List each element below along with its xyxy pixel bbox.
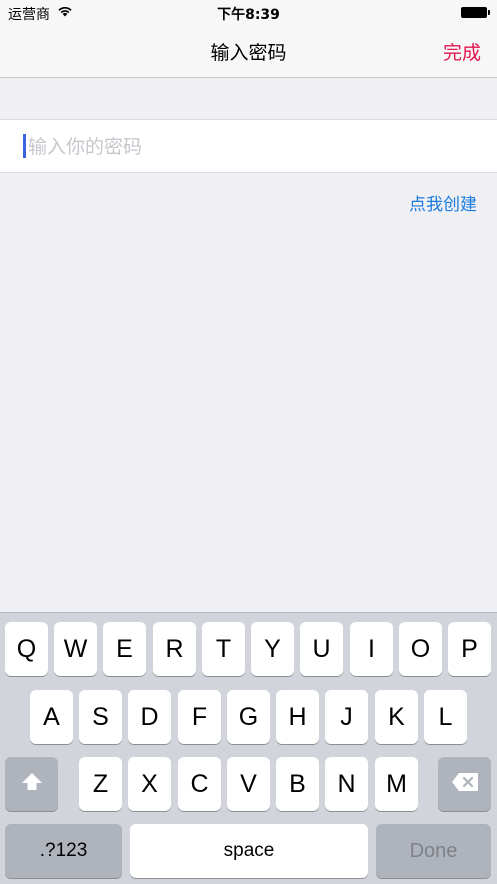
status-bar: 运营商 下午8:39 (0, 0, 497, 26)
key-t[interactable]: T (202, 622, 245, 676)
key-z[interactable]: Z (79, 757, 122, 811)
keyboard-done-key[interactable]: Done (376, 824, 491, 878)
password-field-row (0, 119, 497, 173)
key-q[interactable]: Q (5, 622, 48, 676)
keyboard: Q W E R T Y U I O P A S D F G H J K L Z … (0, 612, 497, 884)
key-d[interactable]: D (128, 690, 171, 744)
key-k[interactable]: K (375, 690, 418, 744)
key-p[interactable]: P (448, 622, 491, 676)
key-y[interactable]: Y (251, 622, 294, 676)
key-g[interactable]: G (227, 690, 270, 744)
key-l[interactable]: L (424, 690, 467, 744)
password-input[interactable] (26, 130, 470, 164)
key-w[interactable]: W (54, 622, 97, 676)
delete-icon (451, 770, 479, 799)
numbers-key[interactable]: .?123 (5, 824, 122, 878)
key-e[interactable]: E (103, 622, 146, 676)
delete-key[interactable] (438, 757, 491, 811)
key-i[interactable]: I (350, 622, 393, 676)
navigation-bar: 输入密码 完成 (0, 26, 497, 78)
clock: 下午8:39 (217, 7, 280, 23)
key-o[interactable]: O (399, 622, 442, 676)
key-j[interactable]: J (325, 690, 368, 744)
key-f[interactable]: F (178, 690, 221, 744)
key-u[interactable]: U (300, 622, 343, 676)
key-h[interactable]: H (276, 690, 319, 744)
battery-icon (461, 7, 490, 18)
key-m[interactable]: M (375, 757, 418, 811)
key-v[interactable]: V (227, 757, 270, 811)
key-b[interactable]: B (276, 757, 319, 811)
key-x[interactable]: X (128, 757, 171, 811)
page-title: 输入密码 (210, 42, 287, 64)
key-a[interactable]: A (30, 690, 73, 744)
space-key[interactable]: space (130, 824, 368, 878)
key-r[interactable]: R (153, 622, 196, 676)
shift-key[interactable] (5, 757, 58, 811)
key-s[interactable]: S (79, 690, 122, 744)
create-password-link[interactable]: 点我创建 (409, 190, 477, 215)
done-button[interactable]: 完成 (443, 38, 481, 65)
shift-icon (21, 770, 43, 799)
key-c[interactable]: C (178, 757, 221, 811)
key-n[interactable]: N (325, 757, 368, 811)
